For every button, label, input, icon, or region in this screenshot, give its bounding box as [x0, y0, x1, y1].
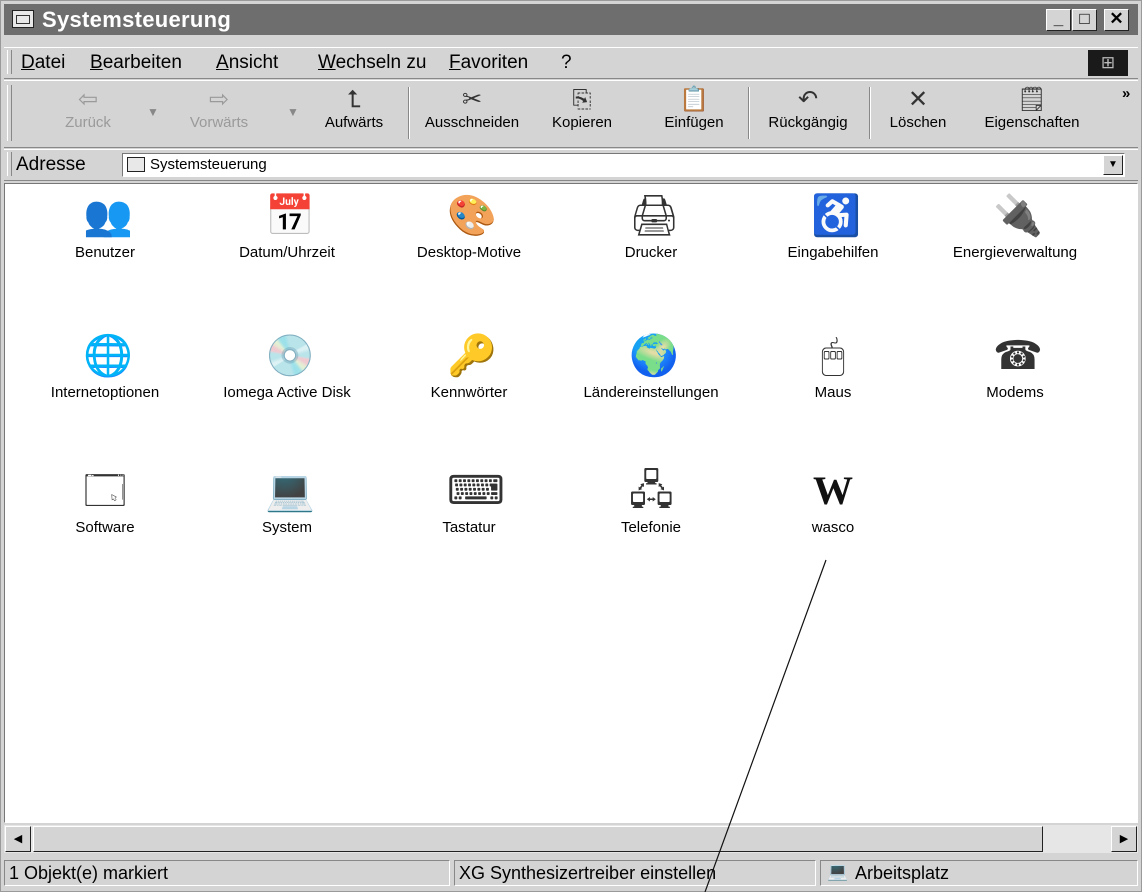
leader-line: [704, 559, 827, 892]
annotation-leader-line: [704, 559, 827, 892]
